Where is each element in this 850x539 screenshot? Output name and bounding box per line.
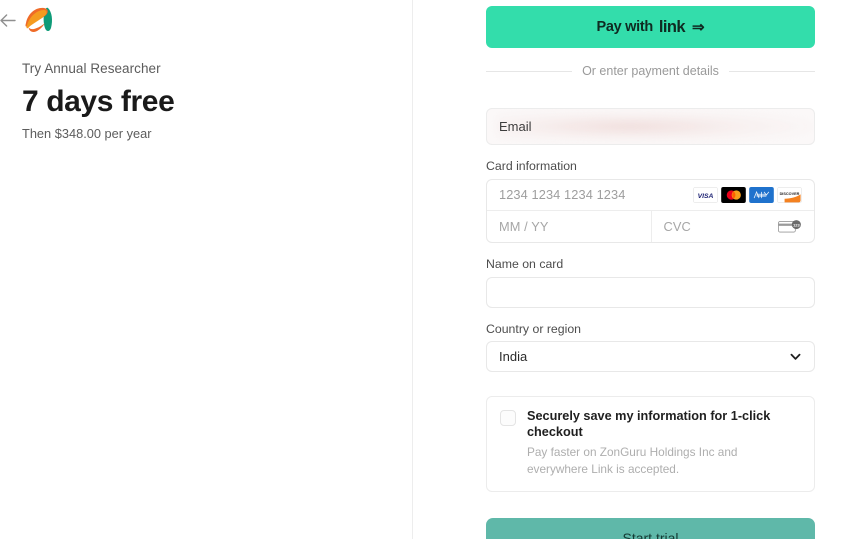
card-information-label: Card information: [486, 159, 577, 173]
link-brand-label: link: [658, 17, 686, 36]
mastercard-icon: [721, 186, 746, 203]
checkout-page: Try Annual Researcher 7 days free Then $…: [0, 0, 850, 539]
amex-icon: [749, 186, 774, 203]
pay-with-link-prefix: Pay with: [596, 19, 653, 35]
save-info-subtitle: Pay faster on ZonGuru Holdings Inc and e…: [527, 445, 738, 476]
divider-rule-left: [486, 70, 573, 72]
card-cvc-input[interactable]: CVC 123: [650, 210, 815, 242]
payment-form: Pay with link ⇒ Or enter payment details…: [486, 0, 815, 539]
card-expiry-placeholder: MM / YY: [499, 218, 549, 234]
svg-text:123: 123: [793, 223, 800, 228]
offer-eyebrow: Try Annual Researcher: [22, 61, 161, 76]
save-info-text: Securely save my information for 1-click…: [527, 409, 801, 477]
chevron-down-icon: [790, 354, 801, 361]
cvc-card-icon: 123: [778, 220, 801, 233]
or-divider: Or enter payment details: [486, 64, 815, 78]
svg-text:DISCOVER: DISCOVER: [780, 192, 800, 196]
brand-header: [0, 5, 55, 35]
offer-block: Try Annual Researcher 7 days free Then $…: [22, 60, 362, 143]
card-number-placeholder: 1234 1234 1234 1234: [499, 187, 626, 203]
email-label: Email: [499, 119, 532, 134]
arrow-right-icon: ⇒: [691, 19, 705, 36]
country-or-region-label: Country or region: [486, 321, 582, 336]
discover-icon: DISCOVER: [777, 186, 802, 203]
payment-panel: Pay with link ⇒ Or enter payment details…: [413, 0, 850, 539]
start-trial-button[interactable]: Start trial: [486, 517, 815, 539]
save-info-box[interactable]: Securely save my information for 1-click…: [486, 396, 815, 492]
card-information-group: 1234 1234 1234 1234 VISA DISCOVER MM / Y…: [486, 178, 815, 243]
name-on-card-label: Name on card: [486, 256, 564, 271]
card-brand-icons: VISA DISCOVER: [693, 186, 802, 203]
offer-subtext: Then $348.00 per year: [22, 126, 152, 142]
name-on-card-input[interactable]: [486, 276, 815, 308]
save-info-title: Securely save my information for 1-click…: [527, 409, 771, 440]
offer-panel: Try Annual Researcher 7 days free Then $…: [0, 0, 413, 539]
offer-headline: 7 days free: [22, 84, 175, 118]
card-cvc-placeholder: CVC: [663, 218, 691, 234]
or-divider-label: Or enter payment details: [582, 64, 719, 78]
card-number-input[interactable]: 1234 1234 1234 1234 VISA DISCOVER: [487, 180, 814, 211]
country-select[interactable]: India: [486, 341, 815, 373]
save-info-checkbox[interactable]: [500, 410, 516, 427]
email-field[interactable]: Email: [486, 108, 815, 145]
divider-rule-right: [728, 70, 815, 72]
pay-with-link-button[interactable]: Pay with link ⇒: [486, 6, 815, 48]
card-expiry-input[interactable]: MM / YY: [487, 211, 651, 242]
visa-icon: VISA: [693, 186, 718, 203]
zonguru-logo-icon[interactable]: [23, 5, 55, 35]
card-expiry-cvc-row: MM / YY CVC 123: [487, 210, 815, 242]
back-arrow-icon[interactable]: [0, 10, 17, 30]
country-select-value: India: [499, 349, 528, 365]
svg-text:VISA: VISA: [698, 193, 714, 200]
